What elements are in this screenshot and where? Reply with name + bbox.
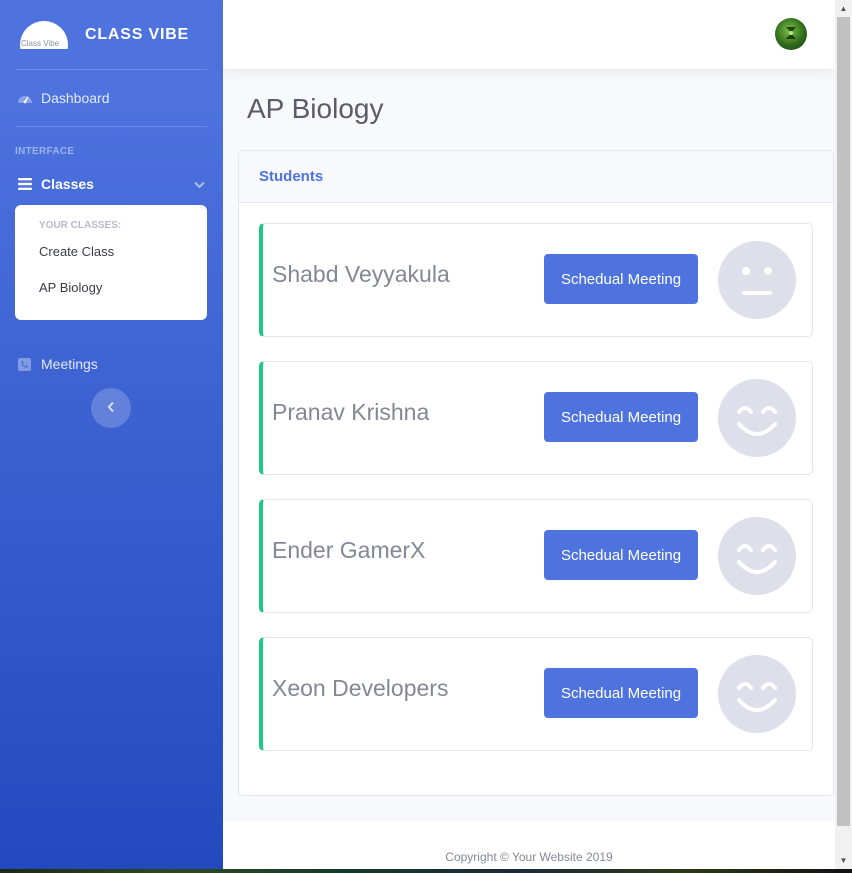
smiling-face-icon [718, 517, 796, 595]
sidebar-item-label: Classes [41, 176, 94, 192]
schedule-meeting-button[interactable]: Schedual Meeting [544, 254, 698, 304]
brand-logo: Class Vibe [18, 20, 70, 49]
students-card: Students Shabd Veyyakula Schedual Meetin… [238, 150, 834, 796]
scroll-down-arrow-icon[interactable]: ▼ [835, 852, 852, 869]
brand-name: CLASS VIBE [85, 25, 190, 43]
vertical-scrollbar[interactable]: ▲ ▼ [835, 0, 852, 873]
student-card: Xeon Developers Schedual Meeting [259, 637, 813, 751]
user-avatar[interactable] [775, 18, 807, 50]
student-card: Pranav Krishna Schedual Meeting [259, 361, 813, 475]
schedule-meeting-button[interactable]: Schedual Meeting [544, 668, 698, 718]
student-name: Shabd Veyyakula [272, 261, 450, 287]
smiling-face-icon [718, 655, 796, 733]
chevron-down-icon [194, 176, 205, 192]
brand-logo-text: Class Vibe [21, 38, 60, 48]
list-icon [16, 177, 33, 192]
submenu-item-create-class[interactable]: Create Class [15, 239, 207, 275]
scroll-up-arrow-icon[interactable]: ▲ [835, 0, 852, 17]
sidebar-item-meetings[interactable]: Meetings [0, 340, 223, 388]
student-card: Ender GamerX Schedual Meeting [259, 499, 813, 613]
smiling-face-icon [718, 379, 796, 457]
sidebar-item-classes[interactable]: Classes [0, 166, 223, 202]
sidebar-brand[interactable]: Class Vibe CLASS VIBE [0, 0, 223, 69]
classes-submenu: YOUR CLASSES: Create Class AP Biology [15, 205, 207, 320]
student-name: Xeon Developers [272, 675, 449, 701]
tachometer-icon [16, 91, 33, 106]
desktop-background-strip [0, 869, 852, 873]
avatar-glyph-icon [786, 27, 796, 39]
scrollbar-thumb[interactable] [837, 17, 850, 826]
sidebar-item-label: Meetings [41, 356, 98, 372]
schedule-meeting-button[interactable]: Schedual Meeting [544, 530, 698, 580]
chevron-left-icon [107, 400, 115, 416]
schedule-meeting-button[interactable]: Schedual Meeting [544, 392, 698, 442]
sidebar-toggle-button[interactable] [90, 388, 131, 428]
sidebar: Class Vibe CLASS VIBE Dashboard INTERFAC… [0, 0, 223, 873]
sidebar-item-dashboard[interactable]: Dashboard [0, 70, 223, 126]
sidebar-heading: INTERFACE [15, 146, 75, 157]
sidebar-item-label: Dashboard [41, 90, 110, 106]
student-card: Shabd Veyyakula Schedual Meeting [259, 223, 813, 337]
neutral-face-icon [718, 241, 796, 319]
topbar [223, 0, 835, 69]
student-name: Ender GamerX [272, 537, 426, 563]
submenu-item-ap-biology[interactable]: AP Biology [15, 275, 207, 311]
phone-square-icon [16, 357, 33, 372]
footer [223, 821, 835, 873]
copyright-text: Copyright © Your Website 2019 [445, 850, 613, 864]
card-header: Students [239, 151, 833, 203]
page-title: AP Biology [247, 93, 384, 124]
submenu-header: YOUR CLASSES: [39, 220, 122, 231]
student-name: Pranav Krishna [272, 399, 430, 425]
